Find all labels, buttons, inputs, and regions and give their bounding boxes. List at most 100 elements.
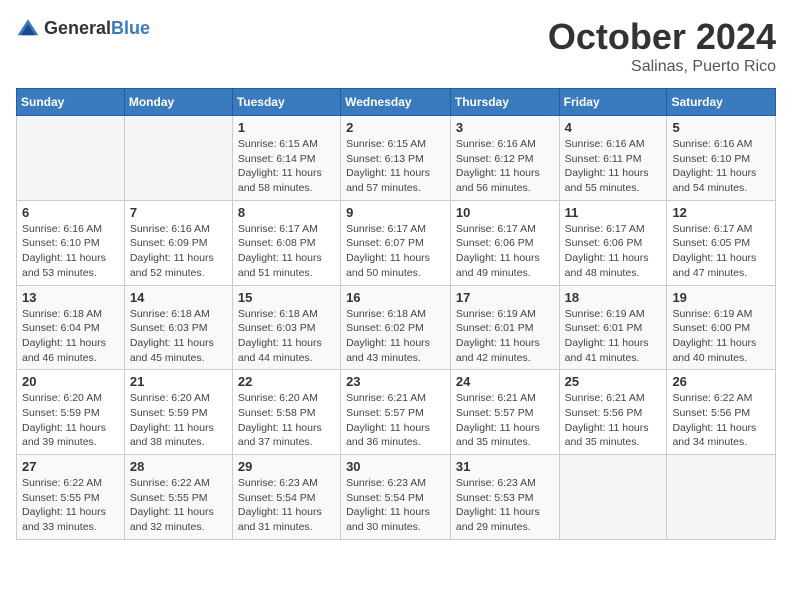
month-title: October 2024	[548, 16, 776, 58]
week-row-4: 27Sunrise: 6:22 AM Sunset: 5:55 PM Dayli…	[17, 455, 776, 540]
week-row-0: 1Sunrise: 6:15 AM Sunset: 6:14 PM Daylig…	[17, 116, 776, 201]
header-sunday: Sunday	[17, 89, 125, 116]
day-detail: Sunrise: 6:20 AM Sunset: 5:58 PM Dayligh…	[238, 391, 335, 450]
day-detail: Sunrise: 6:20 AM Sunset: 5:59 PM Dayligh…	[22, 391, 119, 450]
day-number: 12	[672, 205, 770, 220]
day-detail: Sunrise: 6:21 AM Sunset: 5:57 PM Dayligh…	[456, 391, 554, 450]
header-thursday: Thursday	[450, 89, 559, 116]
day-detail: Sunrise: 6:16 AM Sunset: 6:09 PM Dayligh…	[130, 222, 227, 281]
day-number: 5	[672, 120, 770, 135]
logo-general: General	[44, 18, 111, 38]
day-detail: Sunrise: 6:17 AM Sunset: 6:05 PM Dayligh…	[672, 222, 770, 281]
day-detail: Sunrise: 6:16 AM Sunset: 6:12 PM Dayligh…	[456, 137, 554, 196]
day-cell: 14 Sunrise: 6:18 AM Sunset: 6:03 PM Dayli…	[124, 285, 232, 370]
day-number: 6	[22, 205, 119, 220]
day-number: 20	[22, 374, 119, 389]
day-cell: 10 Sunrise: 6:17 AM Sunset: 6:06 PM Dayli…	[450, 200, 559, 285]
day-number: 31	[456, 459, 554, 474]
header-saturday: Saturday	[667, 89, 776, 116]
day-detail: Sunrise: 6:22 AM Sunset: 5:56 PM Dayligh…	[672, 391, 770, 450]
day-number: 26	[672, 374, 770, 389]
day-cell	[559, 455, 667, 540]
week-row-2: 13 Sunrise: 6:18 AM Sunset: 6:04 PM Dayli…	[17, 285, 776, 370]
day-number: 16	[346, 290, 445, 305]
day-cell: 13 Sunrise: 6:18 AM Sunset: 6:04 PM Dayli…	[17, 285, 125, 370]
day-cell: 20 Sunrise: 6:20 AM Sunset: 5:59 PM Dayli…	[17, 370, 125, 455]
location-title: Salinas, Puerto Rico	[548, 58, 776, 76]
day-cell: 21 Sunrise: 6:20 AM Sunset: 5:59 PM Dayli…	[124, 370, 232, 455]
header-tuesday: Tuesday	[232, 89, 340, 116]
day-number: 2	[346, 120, 445, 135]
day-number: 3	[456, 120, 554, 135]
day-detail: Sunrise: 6:17 AM Sunset: 6:08 PM Dayligh…	[238, 222, 335, 281]
day-number: 4	[565, 120, 662, 135]
day-detail: Sunrise: 6:16 AM Sunset: 6:10 PM Dayligh…	[672, 137, 770, 196]
day-number: 22	[238, 374, 335, 389]
day-detail: Sunrise: 6:16 AM Sunset: 6:10 PM Dayligh…	[22, 222, 119, 281]
day-cell: 29Sunrise: 6:23 AM Sunset: 5:54 PM Dayli…	[232, 455, 340, 540]
day-number: 18	[565, 290, 662, 305]
day-detail: Sunrise: 6:22 AM Sunset: 5:55 PM Dayligh…	[130, 476, 227, 535]
day-detail: Sunrise: 6:18 AM Sunset: 6:03 PM Dayligh…	[238, 307, 335, 366]
day-detail: Sunrise: 6:17 AM Sunset: 6:07 PM Dayligh…	[346, 222, 445, 281]
day-number: 21	[130, 374, 227, 389]
day-detail: Sunrise: 6:19 AM Sunset: 6:00 PM Dayligh…	[672, 307, 770, 366]
page-header: GeneralBlue October 2024 Salinas, Puerto…	[16, 16, 776, 76]
day-detail: Sunrise: 6:23 AM Sunset: 5:54 PM Dayligh…	[346, 476, 445, 535]
logo-icon	[16, 16, 40, 40]
day-number: 9	[346, 205, 445, 220]
day-cell: 19Sunrise: 6:19 AM Sunset: 6:00 PM Dayli…	[667, 285, 776, 370]
calendar-header: SundayMondayTuesdayWednesdayThursdayFrid…	[17, 89, 776, 116]
day-detail: Sunrise: 6:23 AM Sunset: 5:53 PM Dayligh…	[456, 476, 554, 535]
day-cell: 2Sunrise: 6:15 AM Sunset: 6:13 PM Daylig…	[341, 116, 451, 201]
calendar-body: 1Sunrise: 6:15 AM Sunset: 6:14 PM Daylig…	[17, 116, 776, 540]
week-row-1: 6 Sunrise: 6:16 AM Sunset: 6:10 PM Daylig…	[17, 200, 776, 285]
day-number: 11	[565, 205, 662, 220]
logo: GeneralBlue	[16, 16, 150, 40]
day-detail: Sunrise: 6:22 AM Sunset: 5:55 PM Dayligh…	[22, 476, 119, 535]
day-cell: 28Sunrise: 6:22 AM Sunset: 5:55 PM Dayli…	[124, 455, 232, 540]
day-detail: Sunrise: 6:20 AM Sunset: 5:59 PM Dayligh…	[130, 391, 227, 450]
day-cell: 12 Sunrise: 6:17 AM Sunset: 6:05 PM Dayli…	[667, 200, 776, 285]
day-detail: Sunrise: 6:21 AM Sunset: 5:56 PM Dayligh…	[565, 391, 662, 450]
day-number: 1	[238, 120, 335, 135]
day-cell: 8 Sunrise: 6:17 AM Sunset: 6:08 PM Daylig…	[232, 200, 340, 285]
day-cell	[667, 455, 776, 540]
day-detail: Sunrise: 6:18 AM Sunset: 6:03 PM Dayligh…	[130, 307, 227, 366]
day-cell: 1Sunrise: 6:15 AM Sunset: 6:14 PM Daylig…	[232, 116, 340, 201]
day-cell: 4 Sunrise: 6:16 AM Sunset: 6:11 PM Daylig…	[559, 116, 667, 201]
day-cell: 23 Sunrise: 6:21 AM Sunset: 5:57 PM Dayli…	[341, 370, 451, 455]
day-cell: 11 Sunrise: 6:17 AM Sunset: 6:06 PM Dayli…	[559, 200, 667, 285]
day-number: 7	[130, 205, 227, 220]
header-wednesday: Wednesday	[341, 89, 451, 116]
day-cell	[124, 116, 232, 201]
day-detail: Sunrise: 6:16 AM Sunset: 6:11 PM Dayligh…	[565, 137, 662, 196]
day-detail: Sunrise: 6:18 AM Sunset: 6:02 PM Dayligh…	[346, 307, 445, 366]
day-number: 13	[22, 290, 119, 305]
day-number: 10	[456, 205, 554, 220]
header-friday: Friday	[559, 89, 667, 116]
day-cell: 31 Sunrise: 6:23 AM Sunset: 5:53 PM Dayli…	[450, 455, 559, 540]
day-cell: 26 Sunrise: 6:22 AM Sunset: 5:56 PM Dayli…	[667, 370, 776, 455]
day-number: 25	[565, 374, 662, 389]
day-number: 8	[238, 205, 335, 220]
header-monday: Monday	[124, 89, 232, 116]
day-cell: 9 Sunrise: 6:17 AM Sunset: 6:07 PM Daylig…	[341, 200, 451, 285]
day-detail: Sunrise: 6:17 AM Sunset: 6:06 PM Dayligh…	[456, 222, 554, 281]
header-row: SundayMondayTuesdayWednesdayThursdayFrid…	[17, 89, 776, 116]
day-cell: 15Sunrise: 6:18 AM Sunset: 6:03 PM Dayli…	[232, 285, 340, 370]
day-number: 14	[130, 290, 227, 305]
day-cell: 17Sunrise: 6:19 AM Sunset: 6:01 PM Dayli…	[450, 285, 559, 370]
day-detail: Sunrise: 6:17 AM Sunset: 6:06 PM Dayligh…	[565, 222, 662, 281]
day-cell: 27Sunrise: 6:22 AM Sunset: 5:55 PM Dayli…	[17, 455, 125, 540]
title-block: October 2024 Salinas, Puerto Rico	[548, 16, 776, 76]
day-detail: Sunrise: 6:23 AM Sunset: 5:54 PM Dayligh…	[238, 476, 335, 535]
day-detail: Sunrise: 6:21 AM Sunset: 5:57 PM Dayligh…	[346, 391, 445, 450]
calendar-table: SundayMondayTuesdayWednesdayThursdayFrid…	[16, 88, 776, 540]
day-detail: Sunrise: 6:18 AM Sunset: 6:04 PM Dayligh…	[22, 307, 119, 366]
day-cell: 5 Sunrise: 6:16 AM Sunset: 6:10 PM Daylig…	[667, 116, 776, 201]
week-row-3: 20 Sunrise: 6:20 AM Sunset: 5:59 PM Dayli…	[17, 370, 776, 455]
day-cell: 6 Sunrise: 6:16 AM Sunset: 6:10 PM Daylig…	[17, 200, 125, 285]
day-number: 23	[346, 374, 445, 389]
day-cell: 25 Sunrise: 6:21 AM Sunset: 5:56 PM Dayli…	[559, 370, 667, 455]
